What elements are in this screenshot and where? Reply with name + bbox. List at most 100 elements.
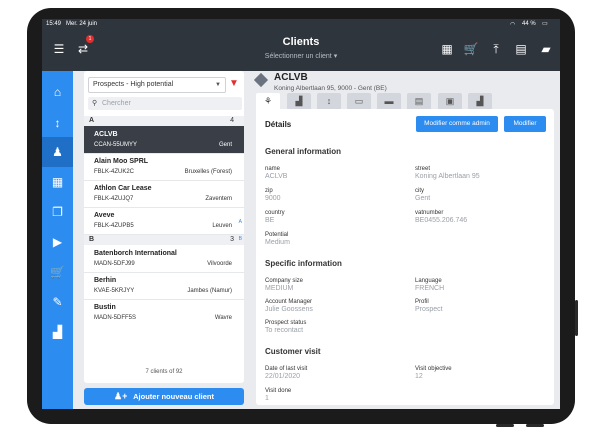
field-value: Koning Albertlaan 95 xyxy=(415,173,480,180)
client-city: Vilvoorde xyxy=(207,261,232,267)
filter-select[interactable]: Prospects - High potential ▼ xyxy=(88,77,226,93)
chevron-down-icon: ▼ xyxy=(215,82,221,88)
client-code: FBLK-4ZUPB5 xyxy=(94,223,134,229)
list-item[interactable]: Bustin MADN-5DFF5S Wavre xyxy=(84,299,244,326)
client-list-panel: Prospects - High potential ▼ ▼ ⚲ Cherche… xyxy=(84,71,244,383)
tab-card-icon[interactable]: ▭ xyxy=(347,93,371,109)
field-label: Date of last visit xyxy=(265,366,308,372)
detail-tabs: ⚘ ▟ ↕ ▭ ▬ ▤ ▣ ▟ xyxy=(256,93,496,109)
status-date: Mer. 24 juin xyxy=(66,21,98,27)
calendar-icon[interactable]: ▦ xyxy=(42,167,73,197)
edit-as-admin-button[interactable]: Modifier comme admin xyxy=(416,116,498,132)
client-selector[interactable]: Sélectionner un client ▾ xyxy=(42,52,560,60)
field-label: street xyxy=(415,166,431,172)
tab-chart-icon[interactable]: ▟ xyxy=(468,93,492,109)
chat-icon[interactable]: ▰ xyxy=(537,40,555,58)
upload-icon[interactable]: ⤒ xyxy=(487,40,505,58)
field-label: Profil xyxy=(415,299,429,305)
tab-inbox-icon[interactable]: ▬ xyxy=(377,93,401,109)
field-label: city xyxy=(415,188,424,194)
alpha-index-b[interactable]: B xyxy=(239,236,242,242)
group-header-b: B 3 xyxy=(84,235,244,245)
tab-hierarchy-icon[interactable]: ⚘ xyxy=(256,93,280,109)
search-input[interactable]: ⚲ Chercher xyxy=(88,97,242,110)
client-title: ACLVB xyxy=(274,72,308,83)
battery-icon: ▭ xyxy=(542,21,548,27)
direction-icon xyxy=(253,72,269,88)
field-value: FRENCH xyxy=(415,285,445,292)
group-count: 3 xyxy=(230,236,234,243)
stats-icon[interactable]: ▟ xyxy=(42,317,73,347)
client-code: KVAE-5KRJYY xyxy=(94,288,135,294)
client-name: Batenborch International xyxy=(94,250,177,257)
list-item[interactable]: Batenborch International MADN-5DFJ99 Vil… xyxy=(84,245,244,273)
client-code: MADN-5DFF5S xyxy=(94,315,137,321)
tab-building-icon[interactable]: ▟ xyxy=(287,93,311,109)
presentation-icon[interactable]: ▶ xyxy=(42,227,73,257)
status-bar: 15:49 Mer. 24 juin ◠ 44 % ▭ xyxy=(42,19,560,30)
sort-icon[interactable]: ↕ xyxy=(42,108,73,138)
map-icon[interactable]: ▤ xyxy=(512,40,530,58)
add-client-button[interactable]: ♟+ Ajouter nouveau client xyxy=(84,388,244,405)
client-code: FBLK-4ZUK2C xyxy=(94,169,135,175)
list-item[interactable]: ACLVB CCAN-55UMYY Gent xyxy=(84,126,244,154)
field-label: Prospect status xyxy=(265,320,307,326)
status-time: 15:49 xyxy=(46,21,62,27)
documents-icon[interactable]: ❐ xyxy=(42,197,73,227)
volume-button xyxy=(526,424,544,427)
home-icon[interactable]: ⌂ xyxy=(42,77,73,107)
field-value: BE xyxy=(265,217,275,224)
edit-button[interactable]: Modifier xyxy=(504,116,546,132)
field-value: Prospect xyxy=(415,306,443,313)
client-address: Koning Albertlaan 95, 9000 - Gent (BE) xyxy=(274,85,387,92)
client-code: CCAN-55UMYY xyxy=(94,142,138,148)
tab-clipboard-icon[interactable]: ▤ xyxy=(407,93,431,109)
volume-button xyxy=(496,424,514,427)
client-name: Athlon Car Lease xyxy=(94,185,152,192)
client-name: Berhin xyxy=(94,277,117,284)
client-city: Gent xyxy=(218,142,232,148)
status-battery: 44 % xyxy=(522,21,536,27)
client-name: Aveve xyxy=(94,212,115,219)
calendar-add-icon[interactable]: ▦ xyxy=(438,40,456,58)
field-value: MEDIUM xyxy=(265,285,294,292)
client-code: MADN-5DFJ99 xyxy=(94,261,135,267)
field-label: Language xyxy=(415,278,442,284)
app-screen: 15:49 Mer. 24 juin ◠ 44 % ▭ ☰ ⇄ 1 Client… xyxy=(42,19,560,409)
alpha-index-a[interactable]: A xyxy=(239,219,242,225)
detail-panel: Détails Modifier comme admin Modifier Ge… xyxy=(256,109,554,405)
tab-sort-icon[interactable]: ↕ xyxy=(317,93,341,109)
tab-save-icon[interactable]: ▣ xyxy=(438,93,462,109)
specific-info-title: Specific information xyxy=(265,259,342,268)
client-name: Alain Moo SPRL xyxy=(94,158,149,165)
list-item[interactable]: Athlon Car Lease FBLK-4ZUJQ7 Zaventem xyxy=(84,180,244,208)
edit-document-icon[interactable]: ✎ xyxy=(42,287,73,317)
list-item[interactable]: Alain Moo SPRL FBLK-4ZUK2C Bruxelles (Fo… xyxy=(84,153,244,181)
client-city: Zaventem xyxy=(205,196,232,202)
sidebar: ⌂ ↕ ♟ ▦ ❐ ▶ 🛒 ✎ ▟ xyxy=(42,71,73,409)
field-value: 9000 xyxy=(265,195,281,202)
field-label: Potential xyxy=(265,232,289,238)
field-value: To recontact xyxy=(265,327,304,334)
cart-icon[interactable]: 🛒 xyxy=(462,40,480,58)
filter-value: Prospects - High potential xyxy=(93,81,174,88)
list-item[interactable]: Aveve FBLK-4ZUPB5 Leuven xyxy=(84,207,244,235)
cart-icon[interactable]: 🛒 xyxy=(42,257,73,287)
field-label: Company size xyxy=(265,278,304,284)
field-label: name xyxy=(265,166,281,172)
top-bar: ☰ ⇄ 1 Clients Sélectionner un client ▾ ▦… xyxy=(42,30,560,71)
list-item[interactable]: Berhin KVAE-5KRJYY Jambes (Namur) xyxy=(84,272,244,300)
funnel-icon[interactable]: ▼ xyxy=(228,77,240,91)
client-count: 7 clients of 92 xyxy=(145,369,183,375)
clients-icon[interactable]: ♟ xyxy=(42,137,73,167)
group-letter: B xyxy=(89,236,95,243)
customer-visit-title: Customer visit xyxy=(265,347,321,356)
field-value: Gent xyxy=(415,195,431,202)
client-code: FBLK-4ZUJQ7 xyxy=(94,196,134,202)
field-label: vatnumber xyxy=(415,210,444,216)
field-value: 12 xyxy=(415,373,423,380)
field-value: ACLVB xyxy=(265,173,288,180)
general-info-title: General information xyxy=(265,147,342,156)
field-label: country xyxy=(265,210,285,216)
page-title: Clients xyxy=(282,36,320,48)
